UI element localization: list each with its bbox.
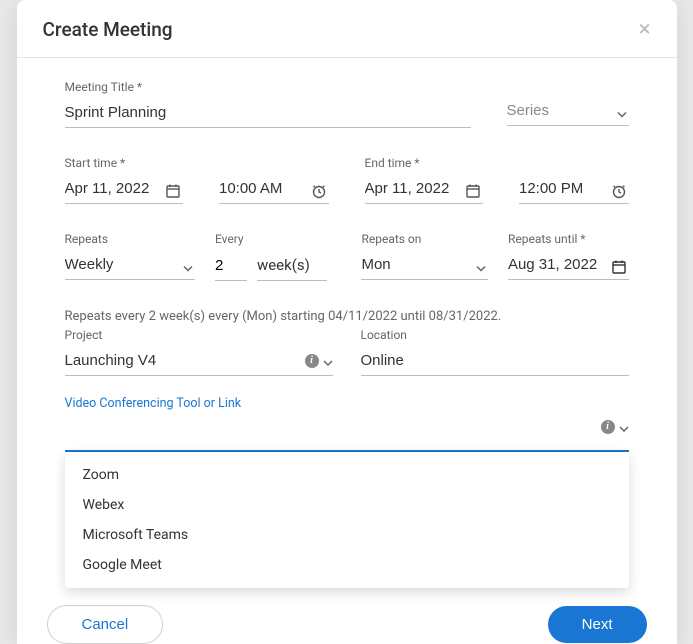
video-conf-dropdown: Zoom Webex Microsoft Teams Google Meet: [65, 452, 629, 588]
end-date-input[interactable]: [365, 176, 483, 204]
every-label: Every: [215, 232, 342, 246]
meeting-title-input[interactable]: [65, 100, 471, 128]
start-time-input[interactable]: [219, 176, 329, 204]
start-time-value[interactable]: [219, 176, 309, 203]
dropdown-option-teams[interactable]: Microsoft Teams: [65, 520, 629, 550]
video-conf-field: i Zoom Webex Microsoft Teams Google Meet: [65, 421, 629, 452]
repeats-value[interactable]: [65, 252, 195, 280]
end-date-value[interactable]: [365, 176, 463, 203]
video-conf-input[interactable]: [65, 421, 629, 452]
repeats-on-label: Repeats on: [361, 232, 488, 246]
project-select[interactable]: [65, 348, 333, 376]
repeats-until-value[interactable]: [508, 252, 609, 279]
recurrence-summary: Repeats every 2 week(s) every (Mon) star…: [65, 309, 629, 324]
every-input[interactable]: [215, 253, 247, 281]
modal-footer: Cancel Next: [17, 587, 677, 644]
repeats-on-value[interactable]: [361, 252, 488, 280]
calendar-icon[interactable]: [609, 259, 629, 279]
info-icon[interactable]: i: [305, 354, 319, 368]
close-icon[interactable]: ×: [639, 19, 651, 41]
end-time-input[interactable]: [519, 176, 629, 204]
series-value[interactable]: [507, 98, 629, 126]
next-button[interactable]: Next: [548, 606, 647, 643]
clock-icon[interactable]: [609, 183, 629, 203]
dropdown-option-webex[interactable]: Webex: [65, 490, 629, 520]
dropdown-option-meet[interactable]: Google Meet: [65, 550, 629, 580]
chevron-down-icon[interactable]: [619, 417, 629, 436]
project-value[interactable]: [65, 348, 333, 376]
dropdown-option-zoom[interactable]: Zoom: [65, 460, 629, 490]
info-icon[interactable]: i: [601, 420, 615, 434]
project-label: Project: [65, 328, 333, 342]
location-label: Location: [361, 328, 629, 342]
repeats-until-label: Repeats until *: [508, 232, 629, 246]
video-conf-link-label[interactable]: Video Conferencing Tool or Link: [65, 396, 629, 411]
start-date-value[interactable]: [65, 176, 163, 203]
calendar-icon[interactable]: [163, 183, 183, 203]
modal-body: Meeting Title * Start time *: [17, 58, 677, 587]
modal-title: Create Meeting: [43, 18, 173, 41]
start-date-input[interactable]: [65, 176, 183, 204]
end-time-value[interactable]: [519, 176, 609, 203]
repeats-on-select[interactable]: [361, 252, 488, 280]
every-unit: week(s): [257, 252, 327, 281]
cancel-button[interactable]: Cancel: [47, 605, 164, 644]
modal-header: Create Meeting ×: [17, 0, 677, 58]
calendar-icon[interactable]: [463, 183, 483, 203]
start-time-label: Start time *: [65, 156, 183, 170]
location-input[interactable]: [361, 348, 629, 376]
clock-icon[interactable]: [309, 183, 329, 203]
repeats-label: Repeats: [65, 232, 195, 246]
create-meeting-modal: Create Meeting × Meeting Title * Start t…: [17, 0, 677, 644]
series-select[interactable]: [507, 98, 629, 126]
repeats-until-input[interactable]: [508, 252, 629, 280]
repeats-select[interactable]: [65, 252, 195, 280]
chevron-down-icon: [323, 351, 333, 370]
end-time-label: End time *: [365, 156, 483, 170]
meeting-title-label: Meeting Title *: [65, 80, 471, 94]
